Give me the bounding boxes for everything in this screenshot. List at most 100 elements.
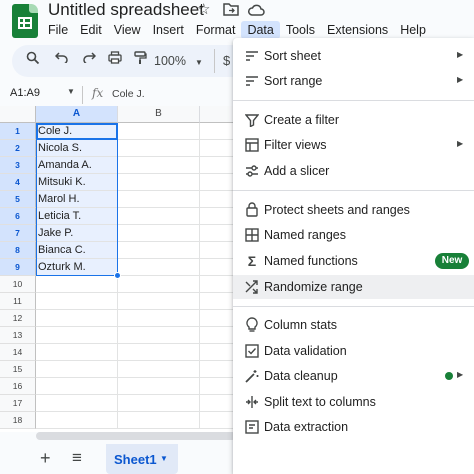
cell-b13[interactable] [118, 327, 200, 344]
menu-item-column-stats[interactable]: Column stats [233, 313, 474, 337]
column-header-a[interactable]: A [36, 106, 118, 123]
menu-item-data-cleanup[interactable]: Data cleanup ▶ [233, 364, 474, 388]
select-all-corner[interactable] [0, 106, 36, 123]
cell-a16[interactable] [36, 378, 118, 395]
sheet-tab-sheet1[interactable]: Sheet1 ▼ [106, 444, 178, 474]
cell-a18[interactable] [36, 412, 118, 429]
cell-a1[interactable]: Cole J. [36, 123, 118, 140]
cell-a2[interactable]: Nicola S. [36, 140, 118, 157]
column-header-b[interactable]: B [118, 106, 200, 123]
menu-item-data-validation[interactable]: Data validation [233, 339, 474, 363]
row-header[interactable]: 7 [0, 225, 36, 242]
menu-item-named-functions[interactable]: Σ Named functions New [233, 249, 474, 273]
menu-view[interactable]: View [108, 21, 147, 39]
cell-b1[interactable] [118, 123, 200, 140]
document-title[interactable]: Untitled spreadsheet [48, 0, 204, 20]
zoom-chevron-down-icon[interactable]: ▼ [195, 53, 203, 73]
cell-b16[interactable] [118, 378, 200, 395]
menu-item-add-slicer[interactable]: Add a slicer [233, 159, 474, 183]
cell-a8[interactable]: Bianca C. [36, 242, 118, 259]
cell-b9[interactable] [118, 259, 200, 276]
row-header[interactable]: 8 [0, 242, 36, 259]
row-header[interactable]: 17 [0, 395, 36, 412]
menu-item-split-text[interactable]: Split text to columns [233, 390, 474, 414]
row-header[interactable]: 14 [0, 344, 36, 361]
cell-a13[interactable] [36, 327, 118, 344]
menu-item-sort-range[interactable]: Sort range ▶ [233, 69, 474, 93]
formula-input[interactable]: Cole J. [112, 88, 145, 100]
menu-item-named-ranges[interactable]: Named ranges [233, 223, 474, 247]
cell-b11[interactable] [118, 293, 200, 310]
menu-file[interactable]: File [42, 21, 74, 39]
cell-a17[interactable] [36, 395, 118, 412]
cell-a15[interactable] [36, 361, 118, 378]
row-header[interactable]: 5 [0, 191, 36, 208]
star-icon[interactable]: ☆ [197, 1, 210, 19]
cell-a14[interactable] [36, 344, 118, 361]
row-header[interactable]: 4 [0, 174, 36, 191]
menu-edit[interactable]: Edit [74, 21, 108, 39]
cell-b15[interactable] [118, 361, 200, 378]
menu-help[interactable]: Help [394, 21, 432, 39]
menu-tools[interactable]: Tools [280, 21, 321, 39]
all-sheets-menu-icon[interactable]: ≡ [72, 448, 82, 468]
cell-a12[interactable] [36, 310, 118, 327]
cell-b2[interactable] [118, 140, 200, 157]
menu-item-protect-sheets[interactable]: Protect sheets and ranges [233, 198, 474, 222]
currency-format-button[interactable]: $ [223, 51, 230, 71]
cell-b17[interactable] [118, 395, 200, 412]
cell-b7[interactable] [118, 225, 200, 242]
cell-a3[interactable]: Amanda A. [36, 157, 118, 174]
menu-item-data-extraction[interactable]: Data extraction [233, 415, 474, 439]
menu-insert[interactable]: Insert [147, 21, 190, 39]
row-header[interactable]: 15 [0, 361, 36, 378]
cell-a11[interactable] [36, 293, 118, 310]
menu-item-create-filter[interactable]: Create a filter [233, 108, 474, 132]
cell-b10[interactable] [118, 276, 200, 293]
zoom-select[interactable]: 100% [154, 51, 186, 71]
cell-b3[interactable] [118, 157, 200, 174]
row-header[interactable]: 12 [0, 310, 36, 327]
sheet-tab-chevron-down-icon[interactable]: ▼ [160, 454, 168, 463]
name-box[interactable]: A1:A9 [10, 87, 40, 99]
row-header[interactable]: 10 [0, 276, 36, 293]
row-header[interactable]: 9 [0, 259, 36, 276]
cell-b5[interactable] [118, 191, 200, 208]
redo-icon[interactable] [82, 51, 96, 63]
undo-icon[interactable] [55, 51, 69, 63]
cell-a7[interactable]: Jake P. [36, 225, 118, 242]
cell-b14[interactable] [118, 344, 200, 361]
horizontal-scrollbar[interactable] [36, 432, 236, 440]
cell-b6[interactable] [118, 208, 200, 225]
menu-format[interactable]: Format [190, 21, 242, 39]
paint-format-icon[interactable] [134, 51, 147, 65]
row-header[interactable]: 2 [0, 140, 36, 157]
row-header[interactable]: 16 [0, 378, 36, 395]
menu-item-filter-views[interactable]: Filter views ▶ [233, 133, 474, 157]
menu-item-randomize-range[interactable]: Randomize range [233, 275, 474, 299]
move-to-folder-icon[interactable] [223, 3, 239, 16]
print-icon[interactable] [108, 51, 122, 64]
menu-data[interactable]: Data [241, 21, 280, 39]
cell-a4[interactable]: Mitsuki K. [36, 174, 118, 191]
cell-b12[interactable] [118, 310, 200, 327]
cloud-status-icon[interactable] [248, 4, 265, 16]
cell-b4[interactable] [118, 174, 200, 191]
row-header[interactable]: 18 [0, 412, 36, 429]
cell-a9[interactable]: Ozturk M. [36, 259, 118, 276]
search-menus-icon[interactable] [26, 51, 40, 65]
add-sheet-icon[interactable]: + [40, 448, 51, 468]
row-header[interactable]: 3 [0, 157, 36, 174]
cell-a10[interactable] [36, 276, 118, 293]
row-header[interactable]: 1 [0, 123, 36, 140]
menu-extensions[interactable]: Extensions [321, 21, 394, 39]
fill-handle[interactable] [114, 272, 121, 279]
row-header[interactable]: 13 [0, 327, 36, 344]
name-box-chevron-down-icon[interactable]: ▼ [67, 87, 75, 96]
cell-a6[interactable]: Leticia T. [36, 208, 118, 225]
cell-a5[interactable]: Marol H. [36, 191, 118, 208]
row-header[interactable]: 6 [0, 208, 36, 225]
row-header[interactable]: 11 [0, 293, 36, 310]
cell-b8[interactable] [118, 242, 200, 259]
menu-item-sort-sheet[interactable]: Sort sheet ▶ [233, 44, 474, 68]
